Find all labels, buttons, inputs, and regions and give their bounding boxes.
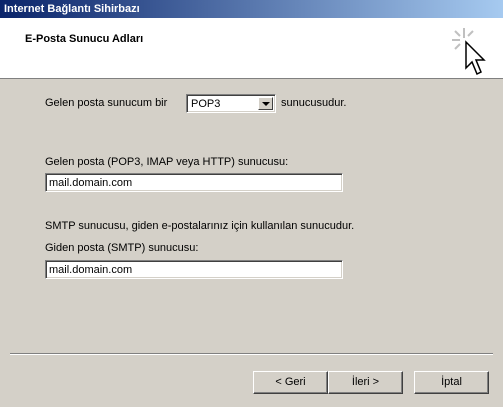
server-type-selected-value: POP3 <box>191 98 221 110</box>
server-type-prefix-label: Gelen posta sunucum bir <box>45 97 168 109</box>
page-title: E-Posta Sunucu Adları <box>25 33 144 45</box>
smtp-description: SMTP sunucusu, giden e-postalarınız için… <box>45 220 355 232</box>
footer-divider <box>10 353 493 355</box>
back-button[interactable]: < Geri <box>253 371 328 394</box>
wizard-header: E-Posta Sunucu Adları <box>0 18 503 79</box>
server-type-select[interactable]: POP3 <box>186 94 276 113</box>
chevron-down-icon[interactable] <box>258 97 273 110</box>
incoming-server-input[interactable] <box>45 173 343 192</box>
wizard-sparkle-cursor-icon <box>452 28 486 76</box>
cancel-button[interactable]: İptal <box>414 371 489 394</box>
incoming-server-label: Gelen posta (POP3, IMAP veya HTTP) sunuc… <box>45 156 289 168</box>
smtp-server-label: Giden posta (SMTP) sunucusu: <box>45 242 199 254</box>
window-title: Internet Bağlantı Sihirbazı <box>4 3 140 15</box>
smtp-server-input[interactable] <box>45 260 343 279</box>
server-type-suffix-label: sunucusudur. <box>281 97 347 109</box>
wizard-window: Internet Bağlantı Sihirbazı E-Posta Sunu… <box>0 0 503 407</box>
title-bar: Internet Bağlantı Sihirbazı <box>0 0 503 18</box>
next-button[interactable]: İleri > <box>328 371 403 394</box>
